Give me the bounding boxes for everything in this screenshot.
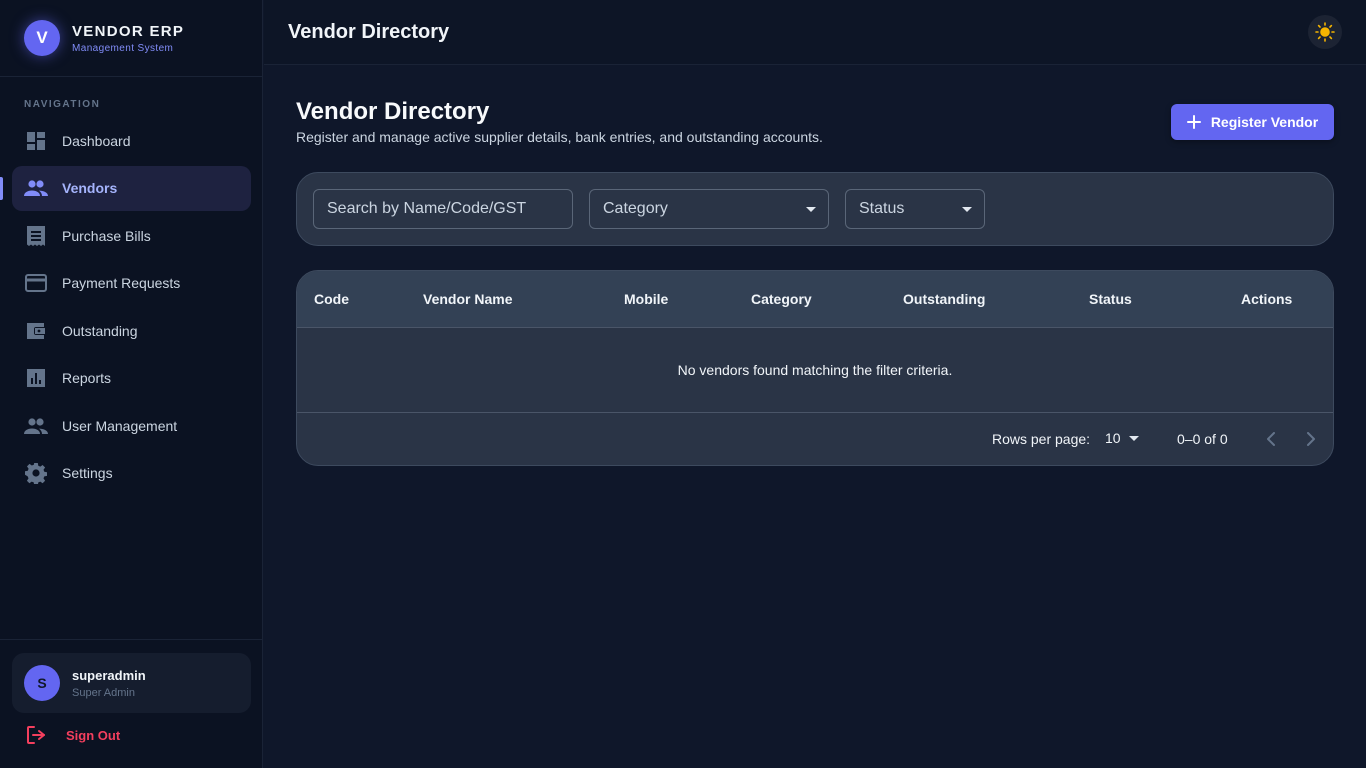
next-page-button[interactable] [1301,429,1321,449]
sidebar-item-label: Settings [62,465,113,481]
sidebar-item-label: Outstanding [62,322,138,339]
avatar: S [24,665,60,701]
register-vendor-label: Register Vendor [1210,114,1319,130]
page-title: Vendor Directory [296,98,490,125]
user-card[interactable]: S superadmin Super Admin [12,653,251,713]
search-input[interactable]: Search by Name/Code/GST [313,189,573,229]
user-name: superadmin [72,667,146,683]
rows-per-page-label: Rows per page: [992,431,1091,447]
top-bar: Vendor Directory [264,0,1366,65]
group-icon [24,414,48,438]
logout-icon [26,725,46,745]
credit-card-icon [24,271,48,295]
chevron-right-icon [1306,432,1316,446]
sidebar-item-purchase-bills[interactable]: Purchase Bills [12,213,251,258]
register-vendor-button[interactable]: Register Vendor [1171,104,1334,140]
sidebar-nav: Dashboard Vendors Purchase Bills Payment… [0,118,263,498]
sidebar-footer: S superadmin Super Admin Sign Out [0,639,263,768]
column-header-outstanding[interactable]: Outstanding [903,291,985,307]
status-select[interactable]: Status [845,189,985,229]
chevron-left-icon [1266,432,1276,446]
sign-out-button[interactable]: Sign Out [26,725,120,745]
column-header-code[interactable]: Code [314,291,349,307]
sidebar-item-vendors[interactable]: Vendors [0,165,251,211]
brand-title: VENDOR ERP [72,22,185,40]
sidebar-item-dashboard[interactable]: Dashboard [12,118,251,163]
rows-per-page-select[interactable]: 10 [1105,430,1139,446]
dashboard-icon [24,129,48,153]
sidebar-item-payment-requests[interactable]: Payment Requests [12,261,251,306]
sidebar-item-reports[interactable]: Reports [12,356,251,401]
sidebar-item-user-management[interactable]: User Management [12,403,251,448]
sidebar-item-outstanding[interactable]: Outstanding [12,308,251,353]
brand-subtitle: Management System [72,42,174,54]
category-select-label: Category [603,200,668,217]
vendor-table: Code Vendor Name Mobile Category Outstan… [296,270,1334,466]
chevron-down-icon [962,207,972,212]
pagination-range: 0–0 of 0 [1177,431,1228,447]
column-header-mobile[interactable]: Mobile [624,291,668,307]
column-header-category[interactable]: Category [751,291,812,307]
category-select[interactable]: Category [589,189,829,229]
brand-logo: V [24,20,60,56]
nav-heading: NAVIGATION [24,99,101,110]
theme-toggle-button[interactable] [1308,15,1342,49]
empty-state-message: No vendors found matching the filter cri… [297,328,1333,413]
column-header-status[interactable]: Status [1089,291,1132,307]
page-subtitle: Register and manage active supplier deta… [296,129,823,145]
status-select-label: Status [859,200,905,217]
chevron-down-icon [1128,435,1139,441]
brand: V VENDOR ERP Management System [0,0,262,77]
rows-per-page-value: 10 [1105,430,1121,446]
chevron-down-icon [806,207,816,212]
column-header-vendor-name[interactable]: Vendor Name [423,291,512,307]
people-icon [24,176,48,200]
wallet-icon [24,319,48,343]
filter-panel: Search by Name/Code/GST Category Status [296,172,1334,246]
sidebar: V VENDOR ERP Management System NAVIGATIO… [0,0,263,768]
column-header-actions: Actions [1241,291,1293,307]
sidebar-item-label: User Management [62,417,178,434]
sidebar-item-label: Vendors [62,180,118,196]
user-role: Super Admin [72,686,135,699]
plus-icon [1186,115,1201,129]
search-placeholder: Search by Name/Code/GST [327,200,527,217]
table-header: Code Vendor Name Mobile Category Outstan… [297,271,1333,328]
sidebar-item-label: Dashboard [62,132,131,149]
sidebar-item-label: Reports [62,370,112,386]
sidebar-item-settings[interactable]: Settings [12,451,251,496]
sun-icon [1315,22,1335,42]
sidebar-item-label: Payment Requests [62,275,181,291]
bar-chart-icon [24,366,48,390]
sidebar-item-label: Purchase Bills [62,227,151,244]
sign-out-label: Sign Out [66,727,121,743]
gear-icon [24,461,48,485]
previous-page-button[interactable] [1261,429,1281,449]
header-title: Vendor Directory [288,21,450,43]
receipt-icon [24,224,48,248]
table-pagination: Rows per page: 10 0–0 of 0 [297,413,1333,465]
